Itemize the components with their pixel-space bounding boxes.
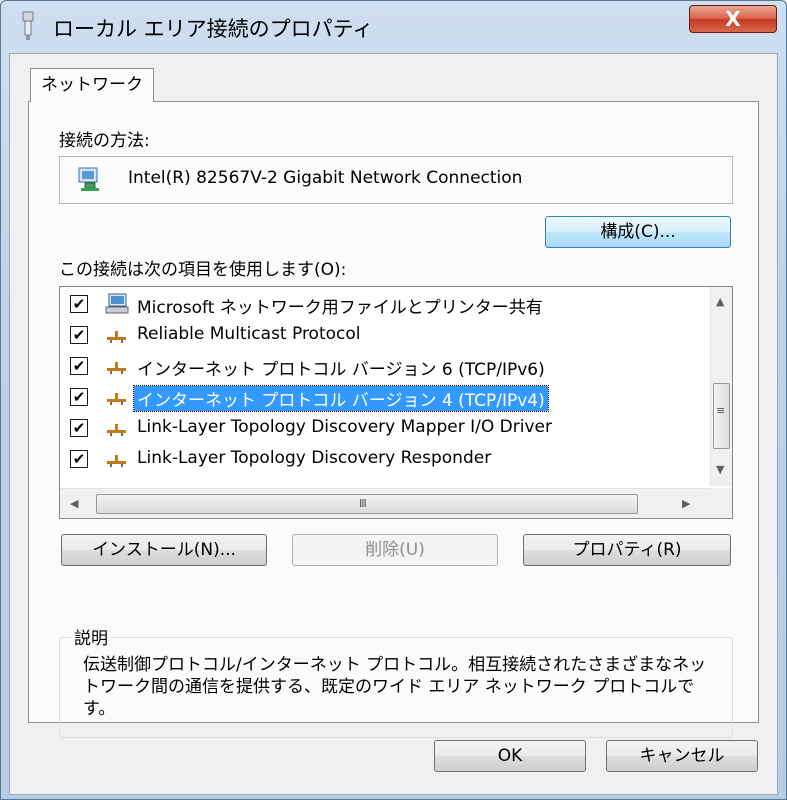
computer-icon (105, 293, 129, 314)
item-label: インターネット プロトコル バージョン 6 (TCP/IPv6) (137, 360, 545, 380)
item-label: Link-Layer Topology Discovery Responder (137, 448, 492, 468)
checkbox-file-printer-sharing[interactable]: ✔ (70, 295, 88, 313)
checkbox-ipv6[interactable]: ✔ (70, 357, 88, 375)
network-protocol-icon (107, 362, 126, 374)
network-protocol-icon (107, 393, 126, 405)
install-button[interactable]: インストール(N)... (61, 534, 267, 566)
grip-icon: III (359, 497, 367, 510)
description-title: 説明 (71, 624, 111, 649)
vertical-scrollbar[interactable]: ▲ ≡ ▼ (710, 287, 732, 486)
tab-panel-network: 接続の方法: Intel(R) 82567V-2 Gigabit Network… (28, 101, 759, 738)
network-adapter-icon (22, 11, 34, 40)
horizontal-scrollbar[interactable]: ◀ III ▶ (60, 488, 710, 518)
list-item[interactable]: ✔ Reliable Multicast Protocol (60, 320, 700, 350)
cancel-button[interactable]: キャンセル (606, 740, 758, 772)
adapter-box: Intel(R) 82567V-2 Gigabit Network Connec… (59, 156, 733, 204)
vertical-scroll-thumb[interactable]: ≡ (713, 383, 730, 449)
adapter-name: Intel(R) 82567V-2 Gigabit Network Connec… (128, 168, 523, 188)
properties-button[interactable]: プロパティ(R) (523, 534, 731, 566)
grip-icon: ≡ (716, 404, 725, 417)
scroll-right-arrow[interactable]: ▶ (682, 497, 690, 510)
components-list[interactable]: ✔ Microsoft ネットワーク用ファイルとプリンター共有 ✔ Reliab… (59, 286, 733, 519)
checkbox-lltd-responder[interactable]: ✔ (70, 450, 88, 468)
horizontal-scroll-thumb[interactable]: III (96, 494, 638, 514)
description-text: 伝送制御プロトコル/インターネット プロトコル。相互接続されたさまざまなネットワ… (83, 655, 707, 719)
properties-dialog: ローカル エリア接続のプロパティ X ネットワーク 接続の方法: Intel(R… (0, 0, 787, 800)
list-item[interactable]: ✔ Link-Layer Topology Discovery Mapper I… (60, 413, 700, 443)
title-bar[interactable]: ローカル エリア接続のプロパティ X (1, 1, 786, 53)
network-protocol-icon (107, 455, 126, 467)
item-label: Link-Layer Topology Discovery Mapper I/O… (137, 417, 552, 437)
item-label: Microsoft ネットワーク用ファイルとプリンター共有 (137, 298, 543, 318)
dialog-client-area: ネットワーク 接続の方法: Intel(R) 82567V-2 Gigabit … (9, 53, 778, 795)
scroll-down-arrow[interactable]: ▼ (716, 463, 724, 476)
ok-button[interactable]: OK (434, 740, 586, 772)
tab-network[interactable]: ネットワーク (30, 68, 154, 102)
checkbox-lltd-mapper[interactable]: ✔ (70, 419, 88, 437)
network-protocol-icon (107, 331, 126, 343)
scroll-up-arrow[interactable]: ▲ (716, 295, 724, 308)
checkbox-ipv4[interactable]: ✔ (70, 388, 88, 406)
configure-button[interactable]: 構成(C)... (545, 216, 731, 248)
checkbox-reliable-multicast[interactable]: ✔ (70, 326, 88, 344)
scroll-left-arrow[interactable]: ◀ (70, 497, 78, 510)
list-item[interactable]: ✔ Microsoft ネットワーク用ファイルとプリンター共有 (60, 289, 700, 319)
scroll-corner (710, 488, 732, 518)
list-item-selected[interactable]: ✔ インターネット プロトコル バージョン 4 (TCP/IPv4) (60, 382, 700, 412)
network-card-icon (78, 167, 99, 191)
item-label: Reliable Multicast Protocol (137, 324, 361, 344)
network-protocol-icon (107, 424, 126, 436)
items-label: この接続は次の項目を使用します(O): (59, 260, 347, 280)
window-title: ローカル エリア接続のプロパティ (53, 17, 374, 41)
connect-using-label: 接続の方法: (59, 131, 150, 151)
list-item[interactable]: ✔ インターネット プロトコル バージョン 6 (TCP/IPv6) (60, 351, 700, 381)
list-item[interactable]: ✔ Link-Layer Topology Discovery Responde… (60, 444, 700, 474)
close-button[interactable]: X (689, 5, 777, 33)
uninstall-button[interactable]: 削除(U) (292, 534, 498, 566)
item-label: インターネット プロトコル バージョン 4 (TCP/IPv4) (133, 385, 549, 412)
